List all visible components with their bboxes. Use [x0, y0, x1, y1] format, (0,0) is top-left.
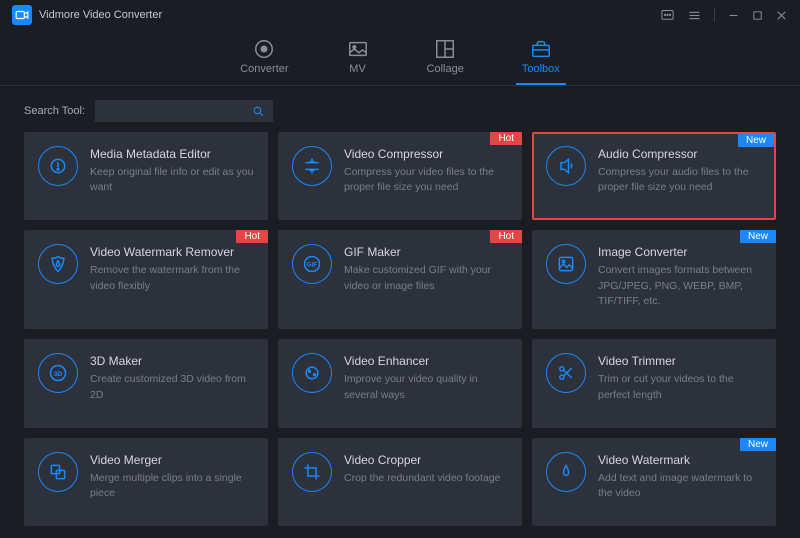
tool-card-audio-compressor[interactable]: NewAudio Compressor Compress your audio f…: [532, 132, 776, 220]
tool-desc: Convert images formats between JPG/JPEG,…: [598, 263, 764, 309]
tool-card-3d-maker[interactable]: 3D 3D Maker Create customized 3D video fro…: [24, 339, 268, 427]
tool-desc: Keep original file info or edit as you w…: [90, 165, 256, 195]
tool-card-video-merger[interactable]: Video Merger Merge multiple clips into a …: [24, 438, 268, 526]
tool-card-video-watermark-remover[interactable]: Hot Video Watermark Remover Remove the wat…: [24, 230, 268, 329]
tool-desc: Improve your video quality in several wa…: [344, 372, 510, 402]
tool-card-video-enhancer[interactable]: Video Enhancer Improve your video quality…: [278, 339, 522, 427]
tool-title: Video Merger: [90, 453, 256, 467]
maximize-icon[interactable]: [752, 10, 763, 21]
tool-desc: Create customized 3D video from 2D: [90, 372, 256, 402]
tool-card-video-trimmer[interactable]: Video Trimmer Trim or cut your videos to …: [532, 339, 776, 427]
search-icon: [252, 105, 265, 118]
tool-title: Audio Compressor: [598, 147, 764, 161]
tool-icon: [38, 244, 78, 284]
tool-title: GIF Maker: [344, 245, 510, 259]
nav-tabs: Converter MV Collage Toolbox: [0, 30, 800, 86]
new-badge: New: [738, 134, 774, 147]
tool-card-image-converter[interactable]: New Image Converter Convert images formats…: [532, 230, 776, 329]
new-badge: New: [740, 438, 776, 451]
menu-icon[interactable]: [687, 8, 702, 23]
search-label: Search Tool:: [24, 105, 85, 117]
close-icon[interactable]: [775, 9, 788, 22]
hot-badge: Hot: [490, 230, 522, 243]
tool-card-gif-maker[interactable]: Hot GIF GIF Maker Make customized GIF with …: [278, 230, 522, 329]
tool-title: Media Metadata Editor: [90, 147, 256, 161]
tool-title: Video Cropper: [344, 453, 500, 467]
tool-title: Video Compressor: [344, 147, 510, 161]
tool-title: Video Trimmer: [598, 354, 764, 368]
tab-converter[interactable]: Converter: [234, 34, 294, 85]
search-input[interactable]: [95, 100, 273, 122]
divider: [714, 8, 715, 22]
new-badge: New: [740, 230, 776, 243]
tab-toolbox[interactable]: Toolbox: [516, 34, 566, 85]
tool-icon: [546, 353, 586, 393]
tool-icon: [38, 452, 78, 492]
tool-desc: Compress your audio files to the proper …: [598, 165, 764, 195]
tab-mv[interactable]: MV: [341, 34, 375, 85]
tool-title: 3D Maker: [90, 354, 256, 368]
minimize-icon[interactable]: [727, 9, 740, 22]
tool-card-video-cropper[interactable]: Video Cropper Crop the redundant video fo…: [278, 438, 522, 526]
tool-desc: Make customized GIF with your video or i…: [344, 263, 510, 293]
tool-desc: Compress your video files to the proper …: [344, 165, 510, 195]
tool-title: Image Converter: [598, 245, 764, 259]
svg-text:GIF: GIF: [307, 262, 318, 269]
tool-icon: [546, 244, 586, 284]
tool-desc: Crop the redundant video footage: [344, 471, 500, 486]
hot-badge: Hot: [236, 230, 268, 243]
tool-icon: [546, 146, 586, 186]
tool-title: Video Enhancer: [344, 354, 510, 368]
feedback-icon[interactable]: [660, 8, 675, 23]
titlebar: Vidmore Video Converter: [0, 0, 800, 30]
tool-icon: [546, 452, 586, 492]
tool-icon: [38, 146, 78, 186]
tool-icon: GIF: [292, 244, 332, 284]
tool-grid: Media Metadata Editor Keep original file …: [0, 132, 800, 538]
tool-title: Video Watermark Remover: [90, 245, 256, 259]
tool-icon: [292, 353, 332, 393]
tool-icon: [292, 146, 332, 186]
tool-card-video-compressor[interactable]: Hot Video Compressor Compress your video f…: [278, 132, 522, 220]
app-logo: [12, 5, 32, 25]
tool-card-video-watermark[interactable]: New Video Watermark Add text and image wat…: [532, 438, 776, 526]
tool-desc: Add text and image watermark to the vide…: [598, 471, 764, 501]
hot-badge: Hot: [490, 132, 522, 145]
app-title: Vidmore Video Converter: [39, 9, 162, 21]
tab-collage[interactable]: Collage: [421, 34, 470, 85]
tool-icon: 3D: [38, 353, 78, 393]
tool-desc: Remove the watermark from the video flex…: [90, 263, 256, 293]
tool-desc: Trim or cut your videos to the perfect l…: [598, 372, 764, 402]
search-row: Search Tool:: [0, 86, 800, 132]
tool-icon: [292, 452, 332, 492]
svg-text:3D: 3D: [54, 371, 63, 378]
tool-desc: Merge multiple clips into a single piece: [90, 471, 256, 501]
tool-card-media-metadata-editor[interactable]: Media Metadata Editor Keep original file …: [24, 132, 268, 220]
tool-title: Video Watermark: [598, 453, 764, 467]
